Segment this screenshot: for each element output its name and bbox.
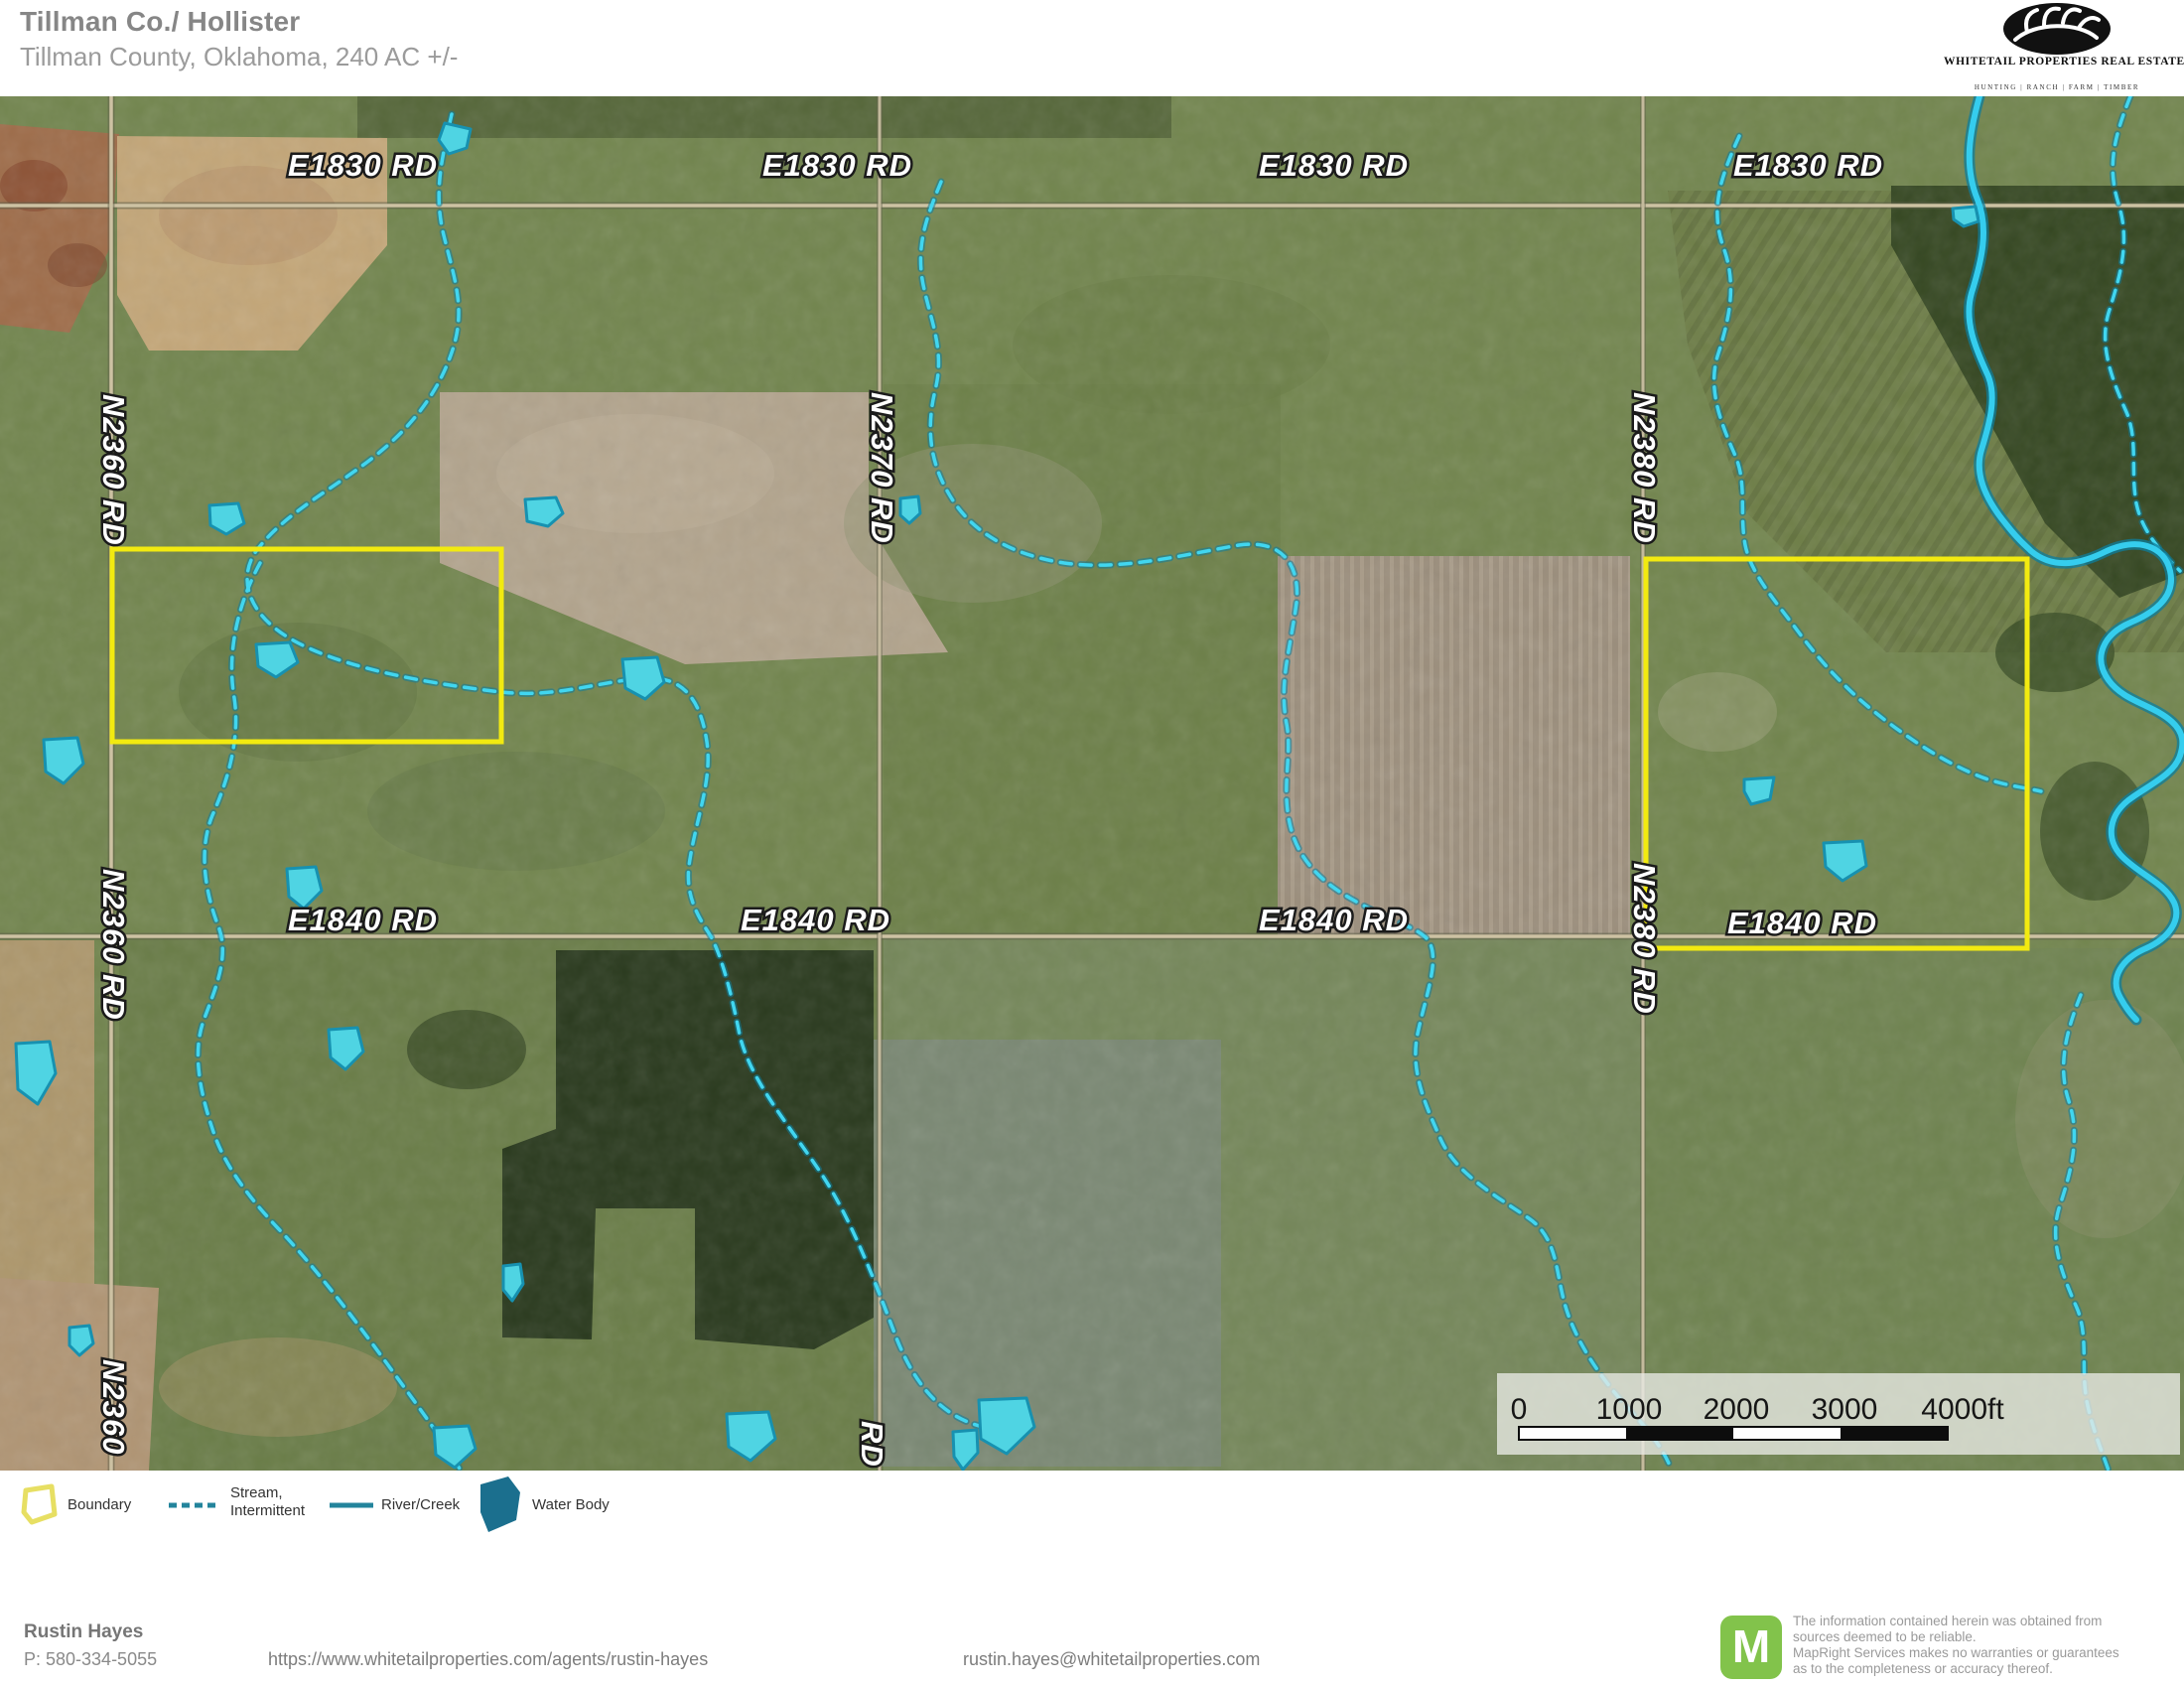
road-label-e1840-2: E1840 RD bbox=[741, 903, 890, 937]
boundary-legend-icon bbox=[18, 1482, 58, 1530]
scale-tick-0: 0 bbox=[1511, 1393, 1528, 1426]
logo-tagline-text: HUNTING | RANCH | FARM | TIMBER bbox=[1944, 83, 2170, 91]
logo-brand-text: WHITETAIL PROPERTIES REAL ESTATE bbox=[1944, 56, 2170, 68]
map-canvas[interactable]: E1830 RD E1830 RD E1830 RD E1830 RD E184… bbox=[0, 96, 2184, 1471]
mapright-logo: M bbox=[1720, 1616, 1782, 1679]
road-label-n2360-2: N2360 RD bbox=[96, 869, 131, 1021]
legend-label-boundary: Boundary bbox=[68, 1496, 131, 1513]
header: Tillman Co./ Hollister Tillman County, O… bbox=[0, 0, 2184, 96]
road-label-rd-partial: RD bbox=[855, 1421, 889, 1468]
page: Tillman Co./ Hollister Tillman County, O… bbox=[0, 0, 2184, 1687]
road-label-e1840-1: E1840 RD bbox=[288, 903, 438, 937]
road-label-e1840-4: E1840 RD bbox=[1727, 906, 1877, 940]
road-label-n2380-2: N2380 RD bbox=[1627, 863, 1662, 1015]
legend-label-water: Water Body bbox=[532, 1496, 610, 1513]
map-legend: Boundary Stream, Intermittent River/Cree… bbox=[0, 1471, 2184, 1570]
disclaimer-line: as to the completeness or accuracy there… bbox=[1793, 1661, 2182, 1677]
page-title: Tillman Co./ Hollister bbox=[20, 6, 300, 38]
scale-tick-3000: 3000 bbox=[1812, 1393, 1878, 1426]
agent-phone: P: 580-334-5055 bbox=[24, 1649, 157, 1670]
agent-name: Rustin Hayes bbox=[24, 1621, 143, 1643]
road-label-e1830-4: E1830 RD bbox=[1733, 148, 1883, 183]
disclaimer-line: The information contained herein was obt… bbox=[1793, 1614, 2182, 1629]
road-label-e1840-3: E1840 RD bbox=[1259, 903, 1409, 937]
road-label-n2380-1: N2380 RD bbox=[1627, 392, 1662, 544]
agent-email-link[interactable]: rustin.hayes@whitetailproperties.com bbox=[963, 1649, 1260, 1670]
legend-label-stream-line1: Stream, bbox=[230, 1484, 283, 1501]
road-label-e1830-1: E1830 RD bbox=[288, 148, 438, 183]
legend-label-river: River/Creek bbox=[381, 1496, 460, 1513]
satellite-grain bbox=[0, 96, 2184, 1471]
legend-label-stream-line2: Intermittent bbox=[230, 1502, 305, 1519]
river-creek-legend-icon bbox=[328, 1500, 375, 1510]
road-label-n2370: N2370 RD bbox=[865, 392, 899, 544]
water-body-legend-icon bbox=[478, 1476, 522, 1534]
road-label-e1830-2: E1830 RD bbox=[762, 148, 912, 183]
disclaimer-line: MapRight Services makes no warranties or… bbox=[1793, 1645, 2182, 1661]
whitetail-logo-icon bbox=[1948, 2, 2166, 96]
road-label-e1830-3: E1830 RD bbox=[1259, 148, 1409, 183]
agent-profile-link[interactable]: https://www.whitetailproperties.com/agen… bbox=[268, 1649, 708, 1670]
stream-intermittent-legend-icon bbox=[167, 1500, 222, 1510]
page-subtitle: Tillman County, Oklahoma, 240 AC +/- bbox=[20, 42, 458, 72]
road-label-n2360-partial: N2360 bbox=[96, 1359, 131, 1455]
scale-tick-1000: 1000 bbox=[1596, 1393, 1663, 1426]
disclaimer-line: sources deemed to be reliable. bbox=[1793, 1629, 2182, 1645]
disclaimer-text: The information contained herein was obt… bbox=[1793, 1614, 2182, 1677]
scale-tick-4000ft: 4000ft bbox=[1921, 1393, 2004, 1426]
footer: Rustin Hayes P: 580-334-5055 https://www… bbox=[0, 1570, 2184, 1687]
scale-bar: 0 1000 2000 3000 4000ft bbox=[1497, 1373, 2180, 1455]
scale-tick-2000: 2000 bbox=[1704, 1393, 1770, 1426]
road-label-n2360-1: N2360 RD bbox=[96, 394, 131, 546]
